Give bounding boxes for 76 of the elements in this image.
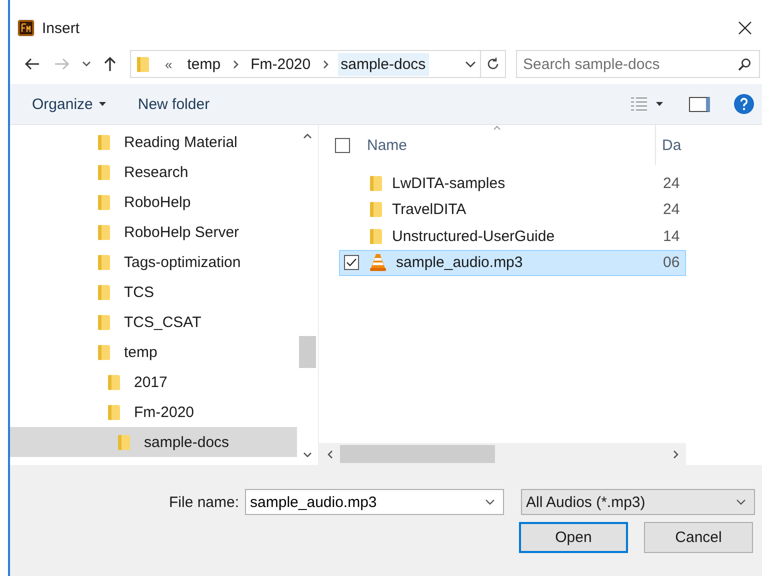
folder-icon	[118, 434, 130, 450]
file-row[interactable]: sample_audio.mp3 06	[339, 250, 686, 276]
folder-icon	[98, 284, 110, 300]
organize-button[interactable]: Organize	[24, 92, 114, 116]
caret-icon[interactable]	[485, 499, 496, 505]
folder-icon	[370, 176, 382, 191]
tree-item[interactable]: sample-docs	[10, 427, 297, 457]
traffic-cone-icon	[370, 254, 386, 272]
folder-icon	[98, 224, 110, 240]
up-arrow-icon	[103, 56, 117, 72]
file-name: sample_audio.mp3	[396, 254, 523, 272]
folder-icon	[98, 344, 110, 360]
view-options-icon[interactable]	[630, 96, 648, 112]
file-name-label: File name:	[169, 494, 240, 510]
date-cell-text: 24	[663, 174, 681, 192]
tree-item[interactable]: 2017	[10, 367, 297, 397]
tree-item[interactable]: temp	[10, 337, 297, 367]
file-type-dropdown[interactable]: All Audios (*.mp3)	[521, 489, 756, 515]
breadcrumb-item[interactable]: temp	[184, 52, 224, 76]
folder-icon	[98, 164, 110, 180]
address-bar[interactable]: « temp Fm-2020 sample-docs	[130, 50, 506, 78]
tree-item[interactable]: Research	[10, 157, 297, 187]
window-title: Insert	[42, 20, 80, 36]
file-row[interactable]: Unstructured-UserGuide 14	[339, 223, 686, 250]
folder-icon	[98, 254, 110, 270]
folder-icon	[108, 404, 120, 420]
name-column-header[interactable]: Name	[367, 136, 655, 154]
date-cell-text: 14	[663, 228, 681, 245]
chevron-down-icon	[82, 61, 90, 67]
sort-caret-icon	[493, 125, 501, 130]
file-name-field[interactable]: sample_audio.mp3	[245, 489, 504, 515]
caret-icon	[736, 499, 746, 505]
app-logo-icon	[18, 20, 34, 36]
tree-item[interactable]: Tags-optimization	[10, 247, 297, 277]
folder-icon	[137, 56, 149, 72]
scrollbar-thumb[interactable]	[299, 336, 316, 368]
forward-arrow-icon	[54, 57, 70, 71]
search-field[interactable]: Search sample-docs	[516, 50, 760, 78]
folder-icon	[370, 202, 382, 218]
date-cell-text: 24	[663, 201, 681, 218]
back-arrow-icon	[24, 57, 40, 71]
chevron-icon	[322, 60, 329, 68]
help-icon[interactable]	[734, 94, 754, 114]
search-icon	[738, 58, 751, 71]
folder-icon	[98, 314, 110, 330]
tree-item[interactable]: RoboHelp Server	[10, 217, 297, 247]
close-icon	[738, 21, 752, 35]
tree-item[interactable]: Fm-2020	[10, 397, 297, 427]
file-name: Unstructured-UserGuide	[392, 228, 555, 245]
date-cell-text: 06	[663, 254, 681, 272]
select-all-checkbox[interactable]	[335, 138, 350, 152]
tree-item[interactable]: TCS_CSAT	[10, 307, 297, 337]
folder-icon	[98, 134, 110, 150]
file-name: LwDITA-samples	[392, 174, 506, 192]
caret-icon	[98, 102, 106, 106]
chevron-icon	[232, 60, 239, 68]
tree-item[interactable]: Reading Material	[10, 127, 297, 157]
folder-icon	[370, 228, 382, 244]
breadcrumb-item[interactable]: Fm-2020	[248, 52, 314, 76]
column-header[interactable]: Da	[655, 125, 686, 165]
new-folder-button[interactable]: New folder	[130, 92, 218, 116]
file-row[interactable]: TravelDITA 24	[339, 196, 686, 223]
overflow-chevron[interactable]: «	[165, 56, 172, 72]
open-button[interactable]: Open	[519, 522, 628, 553]
tree-item[interactable]: TCS	[10, 277, 297, 307]
file-row[interactable]: LwDITA-samples 24	[339, 170, 686, 196]
folder-icon	[98, 194, 110, 210]
scrollbar-thumb[interactable]	[340, 445, 495, 463]
row-checkbox[interactable]	[344, 255, 359, 270]
tree-item[interactable]: RoboHelp	[10, 187, 297, 217]
folder-icon	[108, 374, 120, 390]
caret-icon[interactable]	[656, 102, 663, 106]
cancel-button[interactable]: Cancel	[644, 522, 753, 553]
preview-pane-icon[interactable]	[689, 96, 710, 112]
file-name: TravelDITA	[392, 201, 466, 218]
breadcrumb-item[interactable]: sample-docs	[338, 52, 429, 76]
